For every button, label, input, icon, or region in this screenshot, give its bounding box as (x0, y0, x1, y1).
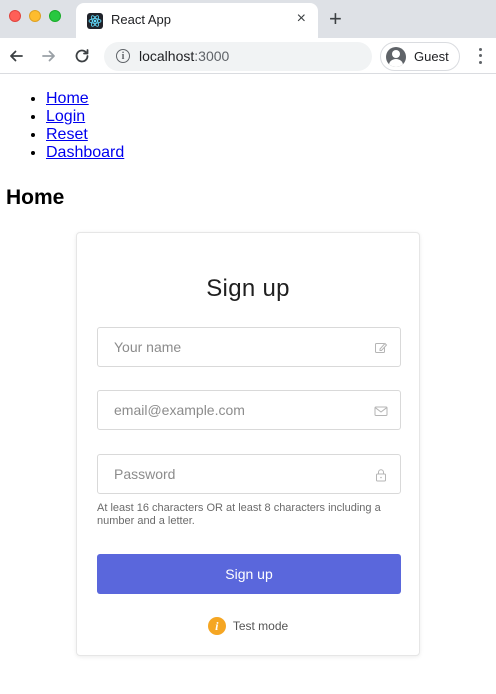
url-text: localhost:3000 (139, 48, 230, 64)
info-badge-icon: i (207, 617, 226, 635)
back-arrow-icon[interactable] (4, 44, 28, 68)
test-mode-indicator: i Test mode (77, 617, 419, 635)
profile-button[interactable]: Guest (380, 42, 460, 71)
nav-link-login[interactable]: Login (46, 108, 85, 125)
reload-icon[interactable] (70, 44, 94, 68)
nav-item-dashboard: Dashboard (46, 144, 124, 162)
lock-icon (376, 469, 386, 482)
avatar-icon (386, 47, 406, 67)
info-icon[interactable]: i (116, 49, 130, 63)
nav-item-home: Home (46, 90, 124, 108)
tab-close-icon[interactable]: × (297, 10, 306, 28)
browser-tab-strip: React App × + (0, 0, 496, 38)
page-title: Home (6, 186, 65, 209)
maximize-window-button[interactable] (49, 10, 61, 22)
nav-link-home[interactable]: Home (46, 90, 89, 107)
nav-list: Home Login Reset Dashboard (28, 90, 124, 162)
forward-arrow-icon[interactable] (37, 44, 61, 68)
signup-card: Sign up At least 16 characters OR at lea… (76, 232, 420, 656)
react-logo-icon (87, 13, 103, 29)
signup-title: Sign up (206, 275, 290, 302)
name-field[interactable] (97, 327, 401, 367)
browser-toolbar: i localhost:3000 Guest (0, 38, 496, 74)
test-mode-label: Test mode (232, 619, 289, 633)
new-tab-button[interactable]: + (329, 5, 342, 33)
email-field[interactable] (97, 390, 401, 430)
nav-item-reset: Reset (46, 126, 124, 144)
password-hint: At least 16 characters OR at least 8 cha… (97, 502, 381, 527)
email-input[interactable] (98, 391, 400, 429)
password-input[interactable] (98, 455, 400, 493)
address-bar[interactable]: i localhost:3000 (104, 42, 372, 71)
nav-link-reset[interactable]: Reset (46, 126, 88, 143)
mail-icon (374, 406, 388, 416)
close-window-button[interactable] (9, 10, 21, 22)
nav-link-dashboard[interactable]: Dashboard (46, 144, 124, 161)
name-input[interactable] (98, 328, 400, 366)
tab-title: React App (111, 12, 171, 27)
minimize-window-button[interactable] (29, 10, 41, 22)
nav-item-login: Login (46, 108, 124, 126)
password-field[interactable] (97, 454, 401, 494)
edit-icon (375, 342, 388, 353)
browser-tab[interactable]: React App × (76, 3, 318, 38)
profile-label: Guest (414, 49, 449, 64)
menu-dots-icon[interactable] (472, 46, 488, 66)
signup-button[interactable]: Sign up (97, 554, 401, 594)
